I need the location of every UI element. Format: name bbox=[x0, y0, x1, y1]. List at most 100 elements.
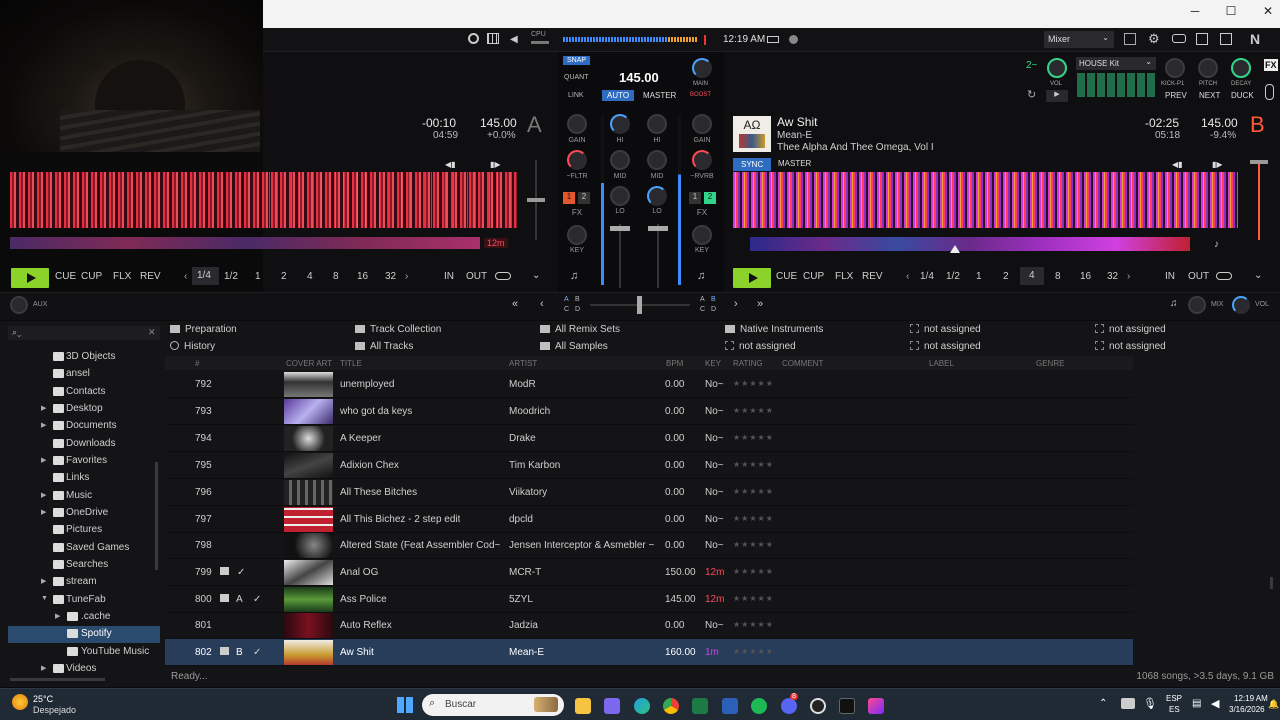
link-icon[interactable] bbox=[1172, 34, 1186, 43]
lang-secondary[interactable]: ES bbox=[1169, 705, 1180, 714]
browser-search[interactable]: ⌕⌄ ✕ bbox=[8, 326, 160, 340]
deck-b-loop-4[interactable]: 4 bbox=[1020, 267, 1044, 285]
remix-volume-knob[interactable] bbox=[1047, 58, 1067, 78]
deck-b-master-button[interactable]: MASTER bbox=[778, 159, 811, 168]
fav-track-collection[interactable]: Track Collection bbox=[355, 324, 441, 340]
weather-desc[interactable]: Despejado bbox=[33, 705, 76, 715]
crossfader-assign-a-right[interactable]: A bbox=[700, 296, 705, 303]
deck-b-loop-1[interactable]: 1 bbox=[976, 271, 982, 282]
rating-stars[interactable]: ★★★★★ bbox=[733, 433, 774, 442]
edge-icon[interactable] bbox=[634, 698, 650, 714]
crossfader[interactable] bbox=[590, 296, 690, 314]
deck-a-loop-prev[interactable]: ‹ bbox=[184, 271, 187, 282]
deck-a-cup-button[interactable]: CUP bbox=[81, 271, 102, 282]
file-explorer-icon[interactable] bbox=[575, 698, 591, 714]
aux-knob[interactable] bbox=[10, 296, 28, 314]
tree-item-tunefab[interactable]: ▼ TuneFab bbox=[8, 592, 160, 609]
deck-a-flx-button[interactable]: FLX bbox=[113, 271, 131, 282]
tree-item-saved-games[interactable]: Saved Games bbox=[8, 540, 160, 557]
rating-stars[interactable]: ★★★★★ bbox=[733, 567, 774, 576]
table-row[interactable]: 796 All These Bitches Viikatory 0.00 No~ ★★★★… bbox=[165, 479, 1133, 506]
next-button[interactable]: NEXT bbox=[1199, 91, 1220, 100]
expand-icon[interactable] bbox=[1196, 33, 1208, 45]
crossfader-assign-b[interactable]: B bbox=[575, 296, 580, 303]
master-bpm[interactable]: 145.00 bbox=[619, 70, 659, 85]
deck-b-tempo-fader[interactable] bbox=[1250, 160, 1268, 240]
main-volume-knob[interactable] bbox=[692, 58, 712, 78]
tree-item-spotify[interactable]: Spotify bbox=[8, 626, 160, 643]
deck-a-loop-32[interactable]: 32 bbox=[385, 271, 396, 282]
tray-app-icon[interactable] bbox=[1121, 698, 1135, 709]
rating-stars[interactable]: ★★★★★ bbox=[733, 487, 774, 496]
quant-button[interactable]: QUANT bbox=[564, 74, 589, 81]
col-rating[interactable]: RATING bbox=[733, 359, 763, 368]
decay-knob[interactable] bbox=[1231, 58, 1251, 78]
deck-b-filter-knob[interactable] bbox=[692, 150, 712, 170]
deck-b-loop-1-2[interactable]: 1/2 bbox=[946, 271, 960, 282]
discord-icon[interactable] bbox=[781, 698, 797, 714]
close-button[interactable]: ✕ bbox=[1258, 4, 1278, 18]
fav-history[interactable]: History bbox=[170, 341, 215, 357]
deck-b-gain-knob[interactable] bbox=[692, 114, 712, 134]
table-row[interactable]: 801 Auto Reflex Jadzia 0.00 No~ ★★★★★ bbox=[165, 612, 1133, 639]
tree-item-searches[interactable]: Searches bbox=[8, 557, 160, 574]
tree-item-downloads[interactable]: Downloads bbox=[8, 436, 160, 453]
word-icon[interactable] bbox=[722, 698, 738, 714]
deck-b-key-knob[interactable] bbox=[692, 225, 712, 245]
tree-item-stream[interactable]: ▶ stream bbox=[8, 574, 160, 591]
fav-all-tracks[interactable]: All Tracks bbox=[355, 341, 413, 357]
notifications-icon[interactable]: 🔔 bbox=[1268, 699, 1279, 710]
col-label[interactable]: LABEL bbox=[929, 359, 954, 368]
deck-b-out-button[interactable]: OUT bbox=[1188, 271, 1209, 282]
network-icon[interactable]: ▤ bbox=[1192, 698, 1201, 709]
fav-preparation[interactable]: Preparation bbox=[170, 324, 237, 340]
deck-b-jump-fwd[interactable]: ▮▶ bbox=[1212, 160, 1223, 169]
deck-a-fx2-button[interactable]: 2 bbox=[578, 192, 590, 204]
taskbar-date[interactable]: 3/16/2026 bbox=[1229, 705, 1265, 714]
deck-b-overview[interactable] bbox=[750, 237, 1190, 251]
col-bpm[interactable]: BPM bbox=[666, 359, 683, 368]
col-comment[interactable]: COMMENT bbox=[782, 359, 823, 368]
duck-button[interactable]: DUCK bbox=[1231, 91, 1254, 100]
tree-item-youtube-music[interactable]: YouTube Music bbox=[8, 644, 160, 661]
deck-b-loop-8[interactable]: 8 bbox=[1055, 271, 1061, 282]
table-row[interactable]: 795 Adixion Chex Tim Karbon 0.00 No~ ★★★★★ bbox=[165, 452, 1133, 479]
table-row-selected[interactable]: 802 B ✓ Aw Shit Mean-E 160.00 1m ★★★★★ bbox=[165, 639, 1133, 666]
grid-icon[interactable] bbox=[487, 33, 499, 44]
rating-stars[interactable]: ★★★★★ bbox=[733, 647, 774, 656]
deck-a-overview[interactable] bbox=[10, 237, 480, 249]
deck-a-gain-knob[interactable] bbox=[567, 114, 587, 134]
tree-item-videos[interactable]: ▶ Videos bbox=[8, 661, 160, 678]
windows-start-icon[interactable] bbox=[397, 697, 413, 713]
prev-button[interactable]: PREV bbox=[1165, 91, 1187, 100]
tree-item-favorites[interactable]: ▶ Favorites bbox=[8, 453, 160, 470]
fav-slot-6a[interactable]: not assigned bbox=[1095, 324, 1166, 340]
tree-item-desktop[interactable]: ▶ Desktop bbox=[8, 401, 160, 418]
minimize-button[interactable]: ─ bbox=[1185, 4, 1205, 18]
traktor-icon[interactable] bbox=[839, 698, 855, 714]
col-artist[interactable]: ARTIST bbox=[509, 359, 537, 368]
pitch-knob[interactable] bbox=[1198, 58, 1218, 78]
deck-a-out-button[interactable]: OUT bbox=[466, 271, 487, 282]
crossfader-assign-c-right[interactable]: C bbox=[700, 306, 705, 313]
volume-icon[interactable]: ◀ bbox=[1211, 697, 1219, 710]
deck-b-loop-icon[interactable] bbox=[1216, 272, 1232, 280]
chrome-icon[interactable] bbox=[663, 698, 679, 714]
deck-b-loop-32[interactable]: 32 bbox=[1107, 271, 1118, 282]
tree-item-3d-objects[interactable]: 3D Objects bbox=[8, 349, 160, 366]
maximize-button[interactable]: ☐ bbox=[1221, 4, 1241, 18]
layout-select[interactable]: Mixer ⌄ bbox=[1044, 31, 1114, 48]
microphone-icon[interactable]: 🎙 bbox=[1143, 697, 1157, 710]
teams-icon[interactable] bbox=[604, 698, 620, 714]
gear-icon[interactable]: ⚙ bbox=[1148, 31, 1160, 47]
power-icon[interactable] bbox=[468, 33, 479, 44]
deck-b-rev-button[interactable]: REV bbox=[862, 271, 883, 282]
snap-button[interactable]: SNAP bbox=[563, 56, 591, 65]
tree-scrollbar[interactable] bbox=[155, 462, 158, 570]
col-title[interactable]: TITLE bbox=[340, 359, 362, 368]
table-row[interactable]: 792 unemployed ModR 0.00 No~ ★★★★★ bbox=[165, 371, 1133, 398]
deck-b-channel-fader[interactable] bbox=[648, 224, 668, 288]
ni-logo-icon[interactable]: N bbox=[1250, 31, 1260, 47]
table-row[interactable]: 797 All This Bichez - 2 step edit dpcld 0.0… bbox=[165, 506, 1133, 533]
crossfader-assign-a[interactable]: A bbox=[564, 296, 569, 303]
